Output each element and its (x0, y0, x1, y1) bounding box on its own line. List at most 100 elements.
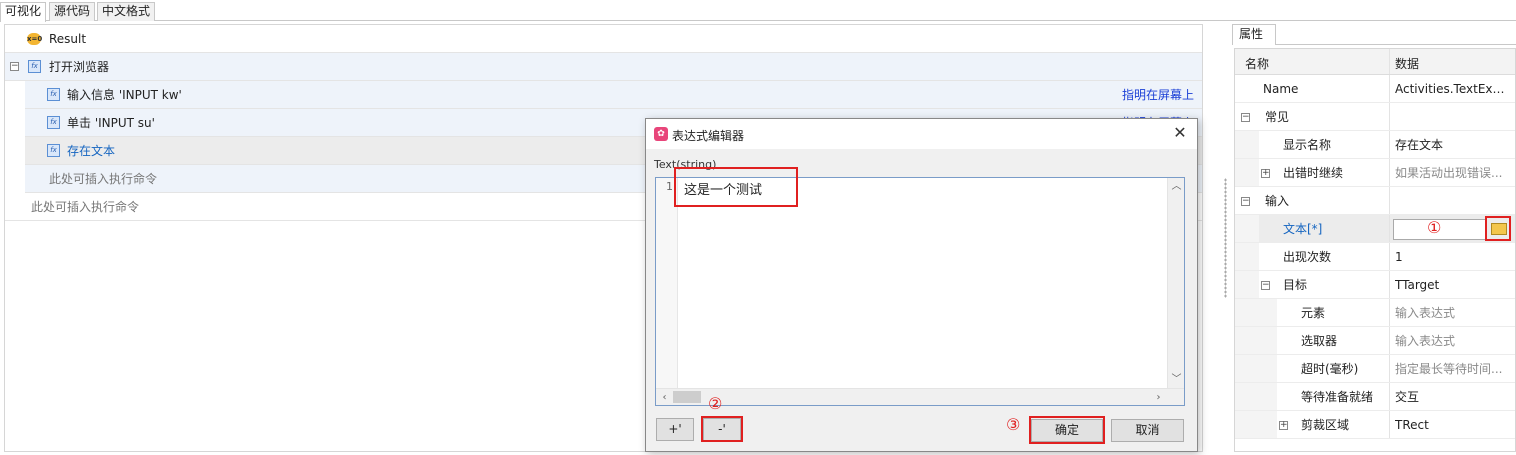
function-icon: fx (47, 144, 60, 157)
property-value[interactable]: 如果活动出现错误... (1395, 159, 1507, 187)
divider (1389, 299, 1390, 326)
function-icon: fx (47, 88, 60, 101)
property-grid: 名称 数据 Name Activities.TextExi... − 常见 显示… (1234, 48, 1516, 452)
workflow-row-label: 输入信息 'INPUT kw' (67, 88, 182, 102)
property-name: 剪裁区域 (1301, 418, 1350, 432)
property-row[interactable]: 出现次数 1 (1235, 243, 1515, 271)
category-name: 常见 (1265, 110, 1290, 124)
divider (1389, 103, 1390, 130)
property-value[interactable]: TRect (1395, 411, 1507, 439)
horizontal-scrollbar[interactable]: ‹ › (656, 388, 1184, 405)
property-value[interactable]: TTarget (1395, 271, 1507, 299)
divider (1389, 131, 1390, 158)
property-category[interactable]: − 输入 (1235, 187, 1515, 215)
vertical-scrollbar[interactable]: ︿ ﹀ (1167, 178, 1184, 388)
property-name: 元素 (1301, 306, 1326, 320)
expand-icon[interactable]: + (1279, 421, 1288, 430)
indent (1235, 299, 1277, 326)
expand-icon[interactable]: + (1261, 169, 1270, 178)
indent (1235, 131, 1259, 158)
property-row[interactable]: 显示名称 存在文本 (1235, 131, 1515, 159)
property-value[interactable]: 输入表达式 (1395, 327, 1507, 355)
category-name: 输入 (1265, 194, 1290, 208)
indent (1235, 271, 1259, 298)
dialog-titlebar[interactable]: ✿ 表达式编辑器 ✕ (646, 119, 1197, 149)
workflow-row-label: Result (49, 32, 87, 46)
property-value[interactable]: Activities.TextExi... (1395, 75, 1507, 103)
tab-underline (1276, 44, 1516, 45)
scroll-right-icon[interactable]: › (1150, 389, 1167, 406)
property-row[interactable]: − 目标 TTarget (1235, 271, 1515, 299)
workflow-row-result[interactable]: x=0 Result (5, 25, 1202, 53)
expression-code-editor[interactable]: 1 这是一个测试 ︿ ﹀ ‹ › (655, 177, 1185, 406)
indent (1235, 411, 1277, 438)
tab-visual[interactable]: 可视化 (0, 2, 47, 22)
collapse-icon[interactable]: − (1241, 197, 1250, 206)
workflow-row-label: 打开浏览器 (49, 60, 110, 74)
function-icon: fx (28, 60, 41, 73)
tab-chinese-format[interactable]: 中文格式 (97, 2, 156, 21)
property-row-text[interactable]: 文本[*] ① (1235, 215, 1515, 243)
tab-source[interactable]: 源代码 (49, 2, 96, 21)
property-row[interactable]: + 剪裁区域 TRect (1235, 411, 1515, 439)
workflow-row-label: 存在文本 (67, 144, 116, 158)
indicate-on-screen-link[interactable]: 指明在屏幕上 (1122, 81, 1194, 109)
property-row[interactable]: Name Activities.TextExi... (1235, 75, 1515, 103)
close-icon[interactable]: ✕ (1171, 124, 1189, 142)
expression-editor-icon: ✿ (654, 127, 668, 141)
property-name: 显示名称 (1283, 138, 1332, 152)
divider (1389, 75, 1390, 102)
property-name: 文本[*] (1283, 222, 1323, 236)
property-row[interactable]: + 出错时继续 如果活动出现错误... (1235, 159, 1515, 187)
column-header-name: 名称 (1245, 57, 1270, 71)
indent (1235, 327, 1277, 354)
column-header-data: 数据 (1395, 57, 1420, 71)
property-row[interactable]: 等待准备就绪 交互 (1235, 383, 1515, 411)
property-row[interactable]: 元素 输入表达式 (1235, 299, 1515, 327)
folder-icon[interactable] (1491, 223, 1507, 235)
workflow-row-open-browser[interactable]: − fx 打开浏览器 (5, 53, 1202, 81)
panel-splitter[interactable] (1224, 178, 1227, 298)
property-value[interactable]: 指定最长等待时间... (1395, 355, 1507, 383)
workflow-row-type-into[interactable]: fx 输入信息 'INPUT kw' 指明在屏幕上 (25, 81, 1202, 109)
expression-editor-dialog: ✿ 表达式编辑器 ✕ Text(string) 1 这是一个测试 ︿ ﹀ ‹ ›… (645, 118, 1198, 452)
property-value[interactable]: 输入表达式 (1395, 299, 1507, 327)
property-category[interactable]: − 常见 (1235, 103, 1515, 131)
workflow-row-label: 单击 'INPUT su' (67, 116, 155, 130)
divider (1389, 383, 1390, 410)
line-number-gutter: 1 (656, 178, 678, 388)
placeholder-label: 此处可插入执行命令 (49, 172, 158, 186)
property-value[interactable]: 1 (1395, 243, 1507, 271)
concat-plus-button[interactable]: +' (656, 418, 694, 441)
property-name: 等待准备就绪 (1301, 390, 1374, 404)
indent (1235, 383, 1277, 410)
property-name: Name (1263, 82, 1299, 96)
scrollbar-thumb[interactable] (673, 391, 701, 403)
tab-properties[interactable]: 属性 (1232, 24, 1276, 45)
properties-panel: 属性 名称 数据 Name Activities.TextExi... − 常见… (1232, 24, 1516, 452)
property-value[interactable]: 存在文本 (1395, 131, 1507, 159)
collapse-icon[interactable]: − (1261, 281, 1270, 290)
indent (1235, 215, 1259, 242)
cancel-button[interactable]: 取消 (1111, 419, 1184, 442)
indent (1235, 243, 1259, 270)
collapse-icon[interactable]: − (10, 62, 19, 71)
collapse-icon[interactable]: − (1241, 113, 1250, 122)
scroll-left-icon[interactable]: ‹ (656, 389, 673, 406)
property-row[interactable]: 选取器 输入表达式 (1235, 327, 1515, 355)
property-grid-header: 名称 数据 (1235, 49, 1515, 75)
scroll-up-icon[interactable]: ︿ (1168, 178, 1185, 195)
scroll-down-icon[interactable]: ﹀ (1168, 371, 1185, 388)
annotation-box-2 (701, 416, 743, 442)
property-name: 目标 (1283, 278, 1308, 292)
divider (1389, 215, 1390, 242)
annotation-box-3 (1029, 416, 1105, 444)
divider (1389, 327, 1390, 354)
property-row[interactable]: 超时(毫秒) 指定最长等待时间... (1235, 355, 1515, 383)
property-name: 选取器 (1301, 334, 1338, 348)
divider (1389, 355, 1390, 382)
result-icon: x=0 (27, 33, 43, 45)
property-value[interactable]: 交互 (1395, 383, 1507, 411)
annotation-number-1: ① (1427, 218, 1442, 237)
indent (1235, 159, 1259, 186)
